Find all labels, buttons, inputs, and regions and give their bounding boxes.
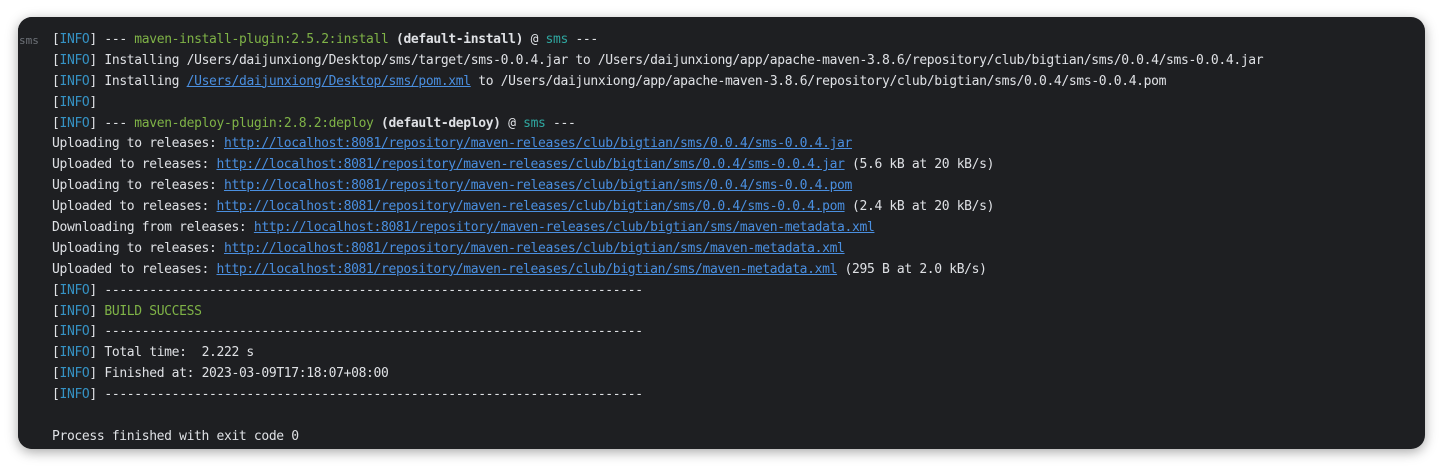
file-link[interactable]: /Users/daijunxiong/Desktop/sms/pom.xml bbox=[187, 74, 471, 89]
console-line: [INFO] ---------------------------------… bbox=[52, 387, 643, 403]
gutter-label: sms bbox=[19, 34, 39, 47]
console-line: Downloading from releases: http://localh… bbox=[52, 220, 875, 236]
info-tag: INFO bbox=[59, 94, 90, 110]
execution-id: (default-deploy) bbox=[373, 115, 501, 131]
console-line: [INFO] --- maven-deploy-plugin:2.8.2:dep… bbox=[52, 115, 576, 131]
build-status: BUILD SUCCESS bbox=[96, 303, 202, 319]
artifact-name: sms bbox=[545, 32, 569, 47]
url-link[interactable]: http://localhost:8081/repository/maven-r… bbox=[224, 178, 852, 193]
info-tag: INFO bbox=[59, 324, 90, 340]
info-tag: INFO bbox=[59, 366, 90, 382]
artifact-name: sms bbox=[523, 115, 546, 131]
console-line: [INFO] Installing /Users/daijunxiong/Des… bbox=[52, 73, 1167, 89]
run-console-window: sms [INFO] --- maven-install-plugin:2.5.… bbox=[18, 17, 1425, 449]
console-line: [INFO] Finished at: 2023-03-09T17:18:07+… bbox=[52, 366, 389, 382]
url-link[interactable]: http://localhost:8081/repository/maven-r… bbox=[254, 220, 875, 235]
console-line: [INFO] Total time: 2.222 s bbox=[52, 345, 254, 361]
info-tag: INFO bbox=[59, 282, 90, 298]
console-line: Process finished with exit code 0 bbox=[52, 427, 1425, 448]
console-line: Uploading to releases: http://localhost:… bbox=[52, 178, 853, 194]
plugin-name: maven-install-plugin:2.5.2:install bbox=[134, 32, 389, 47]
info-tag: INFO bbox=[59, 345, 90, 361]
console-line: [INFO] --- maven-install-plugin:2.5.2:in… bbox=[52, 32, 598, 47]
plugin-name: maven-deploy-plugin:2.8.2:deploy bbox=[134, 115, 374, 131]
url-link[interactable]: http://localhost:8081/repository/maven-r… bbox=[217, 199, 845, 214]
console-line: Uploading to releases: http://localhost:… bbox=[52, 240, 845, 256]
finished-at: Finished at: 2023-03-09T17:18:07+08:00 bbox=[96, 366, 389, 382]
console-line: [INFO] ---------------------------------… bbox=[52, 282, 643, 298]
console-gutter: sms bbox=[18, 17, 39, 449]
separator-line: ----------------------------------------… bbox=[96, 282, 643, 298]
info-tag: INFO bbox=[59, 32, 90, 47]
info-tag: INFO bbox=[59, 52, 90, 68]
exit-message: Process finished with exit code 0 bbox=[52, 428, 299, 444]
console-line: Uploaded to releases: http://localhost:8… bbox=[52, 157, 995, 173]
separator-line: ----------------------------------------… bbox=[96, 387, 643, 403]
total-time: Total time: 2.222 s bbox=[96, 345, 254, 361]
console-line: [INFO] Installing /Users/daijunxiong/Des… bbox=[52, 52, 1264, 68]
console-line: Uploaded to releases: http://localhost:8… bbox=[52, 199, 995, 215]
info-tag: INFO bbox=[59, 303, 90, 319]
execution-id: (default-install) bbox=[388, 32, 524, 47]
info-tag: INFO bbox=[59, 387, 90, 403]
url-link[interactable]: http://localhost:8081/repository/maven-r… bbox=[217, 262, 838, 277]
separator-line: ----------------------------------------… bbox=[96, 324, 643, 340]
url-link[interactable]: http://localhost:8081/repository/maven-r… bbox=[224, 136, 852, 151]
console-line-empty bbox=[52, 406, 1425, 427]
console-line: [INFO] bbox=[52, 94, 97, 110]
console-output[interactable]: [INFO] --- maven-install-plugin:2.5.2:in… bbox=[52, 30, 1425, 449]
url-link[interactable]: http://localhost:8081/repository/maven-r… bbox=[217, 157, 845, 172]
console-line: Uploaded to releases: http://localhost:8… bbox=[52, 261, 987, 277]
url-link[interactable]: http://localhost:8081/repository/maven-r… bbox=[224, 241, 845, 256]
info-tag: INFO bbox=[59, 115, 90, 131]
info-tag: INFO bbox=[59, 73, 90, 89]
console-line: Uploading to releases: http://localhost:… bbox=[52, 136, 853, 152]
console-line: [INFO] BUILD SUCCESS bbox=[52, 303, 202, 319]
console-line: [INFO] ---------------------------------… bbox=[52, 324, 643, 340]
